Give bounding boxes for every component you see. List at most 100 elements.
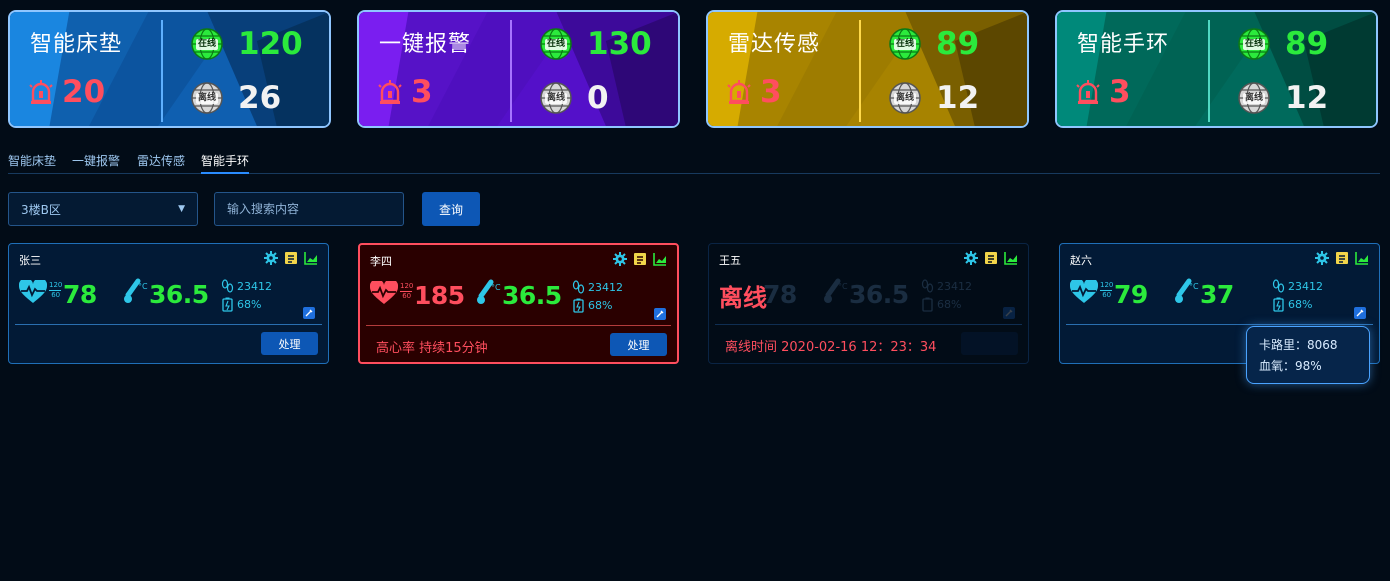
- chart-icon[interactable]: [1355, 251, 1369, 265]
- thermometer-icon: °C: [1174, 278, 1200, 306]
- device-user-name: 李四: [370, 255, 392, 268]
- device-card-zhangsan[interactable]: 张三 120 60 78 °C 36.5 23412 68% 处理: [8, 243, 329, 364]
- online-label: 在线: [1242, 38, 1265, 50]
- edit-icon[interactable]: [303, 307, 315, 319]
- note-icon[interactable]: [633, 252, 647, 266]
- summary-card-wristband[interactable]: 智能手环 3 在线 89 离线 12: [1055, 10, 1378, 128]
- query-button[interactable]: 查询: [422, 192, 480, 226]
- battery-value: 68%: [1288, 297, 1313, 311]
- steps-value: 23412: [1288, 279, 1323, 293]
- temperature-value: 36.5: [849, 280, 909, 309]
- offline-label: 离线: [719, 284, 767, 312]
- summary-title: 智能床垫: [30, 32, 123, 57]
- offline-stat: 离线 12: [888, 80, 979, 116]
- battery-icon: [222, 297, 233, 312]
- edit-icon[interactable]: [654, 308, 666, 320]
- handle-button: 处理: [961, 332, 1018, 355]
- battery-icon: [922, 297, 933, 312]
- gear-icon[interactable]: [964, 251, 978, 265]
- chart-icon[interactable]: [1004, 251, 1018, 265]
- edit-icon[interactable]: [1354, 307, 1366, 319]
- device-tools: [964, 251, 1018, 265]
- heart-rate-value: 185: [414, 281, 465, 310]
- chart-icon[interactable]: [653, 252, 667, 266]
- device-card-lisi[interactable]: 李四 120 60 185 °C 36.5 23412 68% 高心率 持续15分…: [358, 243, 679, 364]
- offline-number: 26: [238, 80, 282, 116]
- svg-text:°C: °C: [1189, 282, 1199, 291]
- note-icon[interactable]: [1335, 251, 1349, 265]
- device-metrics: 120 60 79 °C 37 23412 68%: [1070, 274, 1370, 324]
- tab-alarm-button[interactable]: 一键报警: [72, 152, 120, 174]
- online-label: 在线: [893, 38, 916, 50]
- divider: [510, 20, 512, 122]
- footprint-icon: [572, 279, 585, 294]
- calories-text: 卡路里：8068: [1259, 338, 1338, 352]
- divider: [1066, 324, 1373, 325]
- online-number: 130: [587, 26, 652, 62]
- divider: [161, 20, 163, 122]
- side-info: 23412 68%: [221, 277, 272, 313]
- heart-rate-range: 120 60: [1100, 281, 1114, 299]
- device-metrics: 120 60 78 °C 36.5 23412 68%: [19, 274, 319, 324]
- alarm-count: 20: [28, 74, 105, 110]
- summary-card-alarm-button[interactable]: 一键报警 3 在线 130 离线 0: [357, 10, 680, 128]
- alarm-light-icon: [378, 80, 402, 104]
- search-input[interactable]: [214, 192, 404, 226]
- summary-title: 雷达传感: [728, 32, 821, 57]
- online-number: 89: [1285, 26, 1329, 62]
- heart-rate-value: 79: [1114, 280, 1148, 309]
- footprint-icon: [1272, 278, 1285, 293]
- alarm-number: 20: [62, 74, 106, 110]
- device-user-name: 赵六: [1070, 254, 1092, 267]
- device-tools: [613, 252, 667, 266]
- temperature-value: 36.5: [149, 280, 209, 309]
- device-detail-tooltip: 卡路里：8068 血氧：98%: [1246, 326, 1370, 384]
- divider: [366, 325, 671, 326]
- thermometer-icon: °C: [476, 279, 502, 307]
- offline-label: 离线: [544, 92, 567, 104]
- divider: [715, 324, 1022, 325]
- divider: [1208, 20, 1210, 122]
- gear-icon[interactable]: [264, 251, 278, 265]
- chart-icon[interactable]: [304, 251, 318, 265]
- globe-icon: 在线: [539, 27, 573, 61]
- tab-mattress[interactable]: 智能床垫: [8, 152, 56, 174]
- offline-stat: 离线 26: [190, 80, 281, 116]
- device-user-name: 王五: [719, 254, 741, 267]
- handle-button[interactable]: 处理: [610, 333, 667, 356]
- thermometer-icon: °C: [123, 278, 149, 306]
- svg-text:°C: °C: [138, 282, 148, 291]
- tab-wristband[interactable]: 智能手环: [201, 152, 250, 174]
- area-select-value: 3楼B区: [21, 202, 61, 217]
- battery-icon: [1273, 297, 1284, 312]
- heart-pulse-icon: [1070, 280, 1098, 304]
- summary-card-mattress[interactable]: 智能床垫 20 在线 120 离线 26: [8, 10, 331, 128]
- footprint-icon: [221, 278, 234, 293]
- device-tabs: 智能床垫 一键报警 雷达传感 智能手环: [8, 152, 1380, 174]
- offline-number: 12: [1285, 80, 1329, 116]
- handle-button[interactable]: 处理: [261, 332, 318, 355]
- note-icon[interactable]: [284, 251, 298, 265]
- gear-icon[interactable]: [1315, 251, 1329, 265]
- online-stat: 在线 130: [539, 26, 652, 62]
- area-select[interactable]: 3楼B区 ▼: [8, 192, 198, 226]
- device-metrics: 120 60 185 °C 36.5 23412 68%: [370, 275, 670, 325]
- alarm-count: 3: [1075, 74, 1131, 110]
- device-tools: [1315, 251, 1369, 265]
- online-label: 在线: [544, 38, 567, 50]
- globe-icon: 在线: [1237, 27, 1271, 61]
- device-user-name: 张三: [19, 254, 41, 267]
- device-card-wangwu[interactable]: 王五 78 °C 36.5 23412 68% 离线 离线时间 2020-02-…: [708, 243, 1029, 364]
- gear-icon[interactable]: [613, 252, 627, 266]
- steps-value: 23412: [237, 279, 272, 293]
- offline-label: 离线: [893, 92, 916, 104]
- device-tools: [264, 251, 318, 265]
- battery-icon: [573, 298, 584, 313]
- side-info: 23412 68%: [572, 278, 623, 314]
- offline-label: 离线: [195, 92, 218, 104]
- summary-card-radar[interactable]: 雷达传感 3 在线 89 离线 12: [706, 10, 1029, 128]
- heart-rate-range: 120 60: [400, 282, 414, 300]
- temperature-value: 36.5: [502, 281, 562, 310]
- note-icon[interactable]: [984, 251, 998, 265]
- tab-radar[interactable]: 雷达传感: [137, 152, 185, 174]
